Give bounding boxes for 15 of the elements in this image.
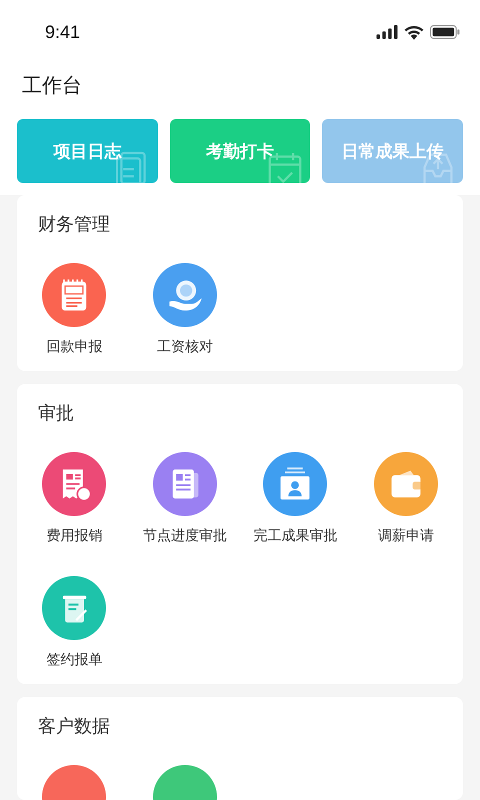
app-label[interactable]: 工资核对 [156, 337, 213, 357]
section-title: 财务管理 [37, 213, 111, 237]
page-title: 工作台 [0, 64, 480, 116]
app-label[interactable]: 回款申报 [46, 337, 102, 357]
wifi-icon [404, 24, 424, 40]
app-label[interactable]: 费用报销 [46, 526, 102, 546]
status-time: 9:41 [45, 22, 80, 42]
app-label[interactable]: 节点进度审批 [142, 526, 227, 546]
app-label[interactable]: 签约报单 [46, 650, 102, 670]
signal-icon [376, 25, 398, 39]
app-label[interactable]: 完工成果审批 [253, 526, 338, 546]
section-title: 审批 [37, 402, 75, 426]
battery-icon [430, 25, 460, 39]
section-title: 客户数据 [37, 715, 111, 739]
app-label[interactable]: 调薪申请 [378, 526, 434, 546]
